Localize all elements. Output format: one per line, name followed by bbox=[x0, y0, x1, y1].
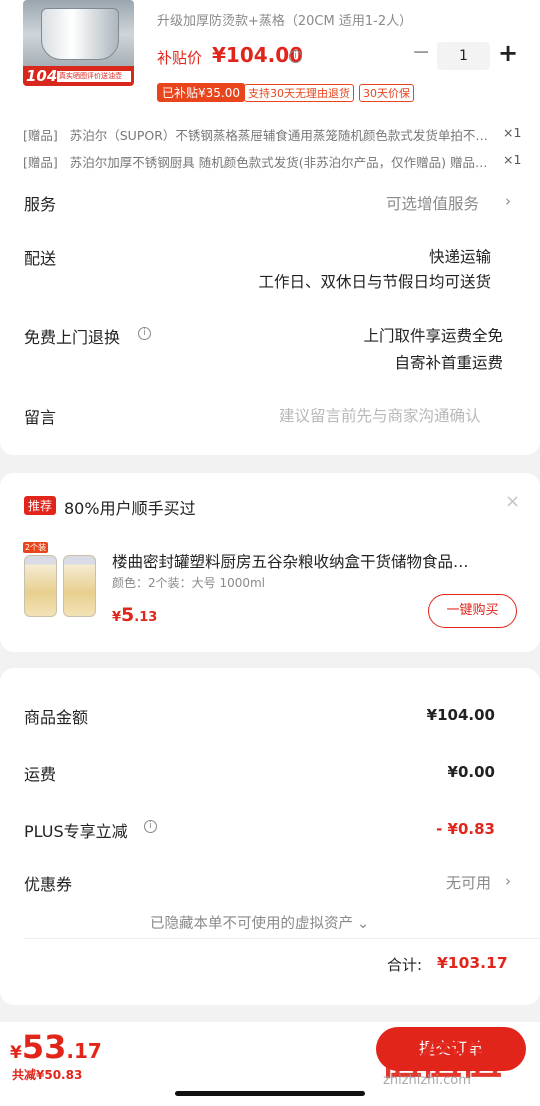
return-policy-tag: 支持30天无理由退货 bbox=[244, 84, 354, 102]
product-thumbnail[interactable]: 104 真实晒图评价送油壶 bbox=[23, 0, 134, 86]
info-icon[interactable]: i bbox=[144, 820, 157, 833]
goods-amount-value: ¥104.00 bbox=[426, 706, 495, 724]
product-spec[interactable]: 升级加厚防烫款+蒸格（20CM 适用1-2人） bbox=[157, 10, 412, 29]
gift-text: 苏泊尔（SUPOR）不锈钢蒸格蒸屉辅食通用蒸笼随机颜色款式发货单拍不… bbox=[69, 128, 488, 143]
gift-label: [赠品] bbox=[23, 128, 58, 143]
service-label: 服务 bbox=[24, 195, 57, 214]
jar-image bbox=[63, 555, 96, 617]
info-icon[interactable]: i bbox=[289, 50, 302, 63]
bottom-checkout-bar: ¥53.17 共减¥50.83 提交订单 值值值 zhizhizhi.com bbox=[0, 1022, 540, 1106]
message-label: 留言 bbox=[24, 408, 57, 427]
thumbnail-band-text: 真实晒图评价送油壶 bbox=[57, 71, 131, 82]
divider bbox=[24, 938, 540, 939]
freight-label: 运费 bbox=[24, 765, 57, 784]
plus-discount-value: - ¥0.83 bbox=[436, 820, 495, 838]
service-value[interactable]: 可选增值服务 bbox=[386, 192, 479, 214]
quantity-value[interactable]: 1 bbox=[437, 42, 490, 70]
return-self-ship: 自寄补首重运费 bbox=[394, 354, 503, 372]
delivery-time[interactable]: 工作日、双休日与节假日均可送货 bbox=[258, 270, 491, 292]
steamer-pot-image bbox=[41, 8, 119, 60]
price-protect-tag: 30天价保 bbox=[359, 84, 414, 102]
recommend-item-price: ¥5.13 bbox=[112, 604, 158, 626]
gift-row[interactable]: [赠品] 苏泊尔（SUPOR）不锈钢蒸格蒸屉辅食通用蒸笼随机颜色款式发货单拍不…… bbox=[23, 125, 533, 144]
gift-text: 苏泊尔加厚不锈钢厨具 随机颜色款式发货(非苏泊尔产品，仅作赠品) 赠品… bbox=[69, 155, 488, 170]
recommend-item-spec: 颜色：2个装：大号 1000ml bbox=[112, 576, 266, 590]
chevron-down-icon: ⌄ bbox=[357, 916, 370, 932]
delivery-method[interactable]: 快递运输 bbox=[429, 245, 491, 267]
goods-amount-label: 商品金额 bbox=[24, 708, 89, 727]
recommendation-card: 推荐 80%用户顺手买过 × 2个装 楼曲密封罐塑料厨房五谷杂粮收纳盒干货储物食… bbox=[0, 473, 540, 652]
coupon-value[interactable]: 无可用 bbox=[446, 872, 491, 893]
gift-qty: ×1 bbox=[503, 125, 522, 140]
recommend-title: 80%用户顺手买过 bbox=[64, 499, 196, 518]
recommend-tag: 推荐 bbox=[24, 496, 57, 515]
gift-label: [赠品] bbox=[23, 155, 58, 170]
close-icon[interactable]: × bbox=[505, 491, 520, 512]
recommend-item-title[interactable]: 楼曲密封罐塑料厨房五谷杂粮收纳盒干货储物食品… bbox=[112, 550, 469, 572]
watermark-url: zhizhizhi.com bbox=[383, 1073, 471, 1088]
payable-price: ¥53.17 bbox=[10, 1028, 102, 1066]
total-saved: 共减¥50.83 bbox=[12, 1068, 83, 1082]
total-value: ¥103.17 bbox=[437, 954, 508, 972]
message-input[interactable]: 建议留言前先与商家沟通确认 bbox=[279, 404, 481, 426]
freight-value: ¥0.00 bbox=[447, 763, 495, 781]
free-return-label: 免费上门退换 bbox=[24, 328, 121, 347]
jar-image bbox=[24, 555, 57, 617]
subsidy-price-label: 补贴价 bbox=[157, 49, 203, 67]
delivery-label: 配送 bbox=[24, 249, 57, 268]
pack-badge: 2个装 bbox=[23, 542, 49, 553]
decrease-quantity-button[interactable]: − bbox=[412, 40, 430, 65]
gift-row[interactable]: [赠品] 苏泊尔加厚不锈钢厨具 随机颜色款式发货(非苏泊尔产品，仅作赠品) 赠品… bbox=[23, 152, 533, 171]
subsidy-tag: 已补贴¥35.00 bbox=[157, 83, 245, 102]
increase-quantity-button[interactable]: + bbox=[498, 39, 518, 67]
recommend-item-image[interactable]: 2个装 bbox=[20, 539, 104, 617]
info-icon[interactable]: i bbox=[138, 327, 151, 340]
price-summary-card: 商品金额 ¥104.00 运费 ¥0.00 PLUS专享立减 i - ¥0.83… bbox=[0, 668, 540, 1005]
plus-discount-label: PLUS专享立减 bbox=[24, 822, 128, 841]
chevron-right-icon[interactable]: › bbox=[505, 872, 511, 890]
thumbnail-price: 104 bbox=[26, 67, 58, 85]
chevron-right-icon[interactable]: › bbox=[505, 192, 511, 210]
return-pickup: 上门取件享运费全免 bbox=[363, 327, 503, 345]
hidden-assets-toggle[interactable]: 已隐藏本单不可使用的虚拟资产 ⌄ bbox=[150, 912, 369, 933]
coupon-label: 优惠券 bbox=[24, 875, 73, 894]
home-indicator[interactable] bbox=[175, 1091, 365, 1096]
one-click-buy-button[interactable]: 一键购买 bbox=[428, 594, 517, 628]
order-item-card: 104 真实晒图评价送油壶 升级加厚防烫款+蒸格（20CM 适用1-2人） 补贴… bbox=[0, 0, 540, 455]
gift-qty: ×1 bbox=[503, 152, 522, 167]
total-label: 合计: bbox=[387, 956, 423, 974]
